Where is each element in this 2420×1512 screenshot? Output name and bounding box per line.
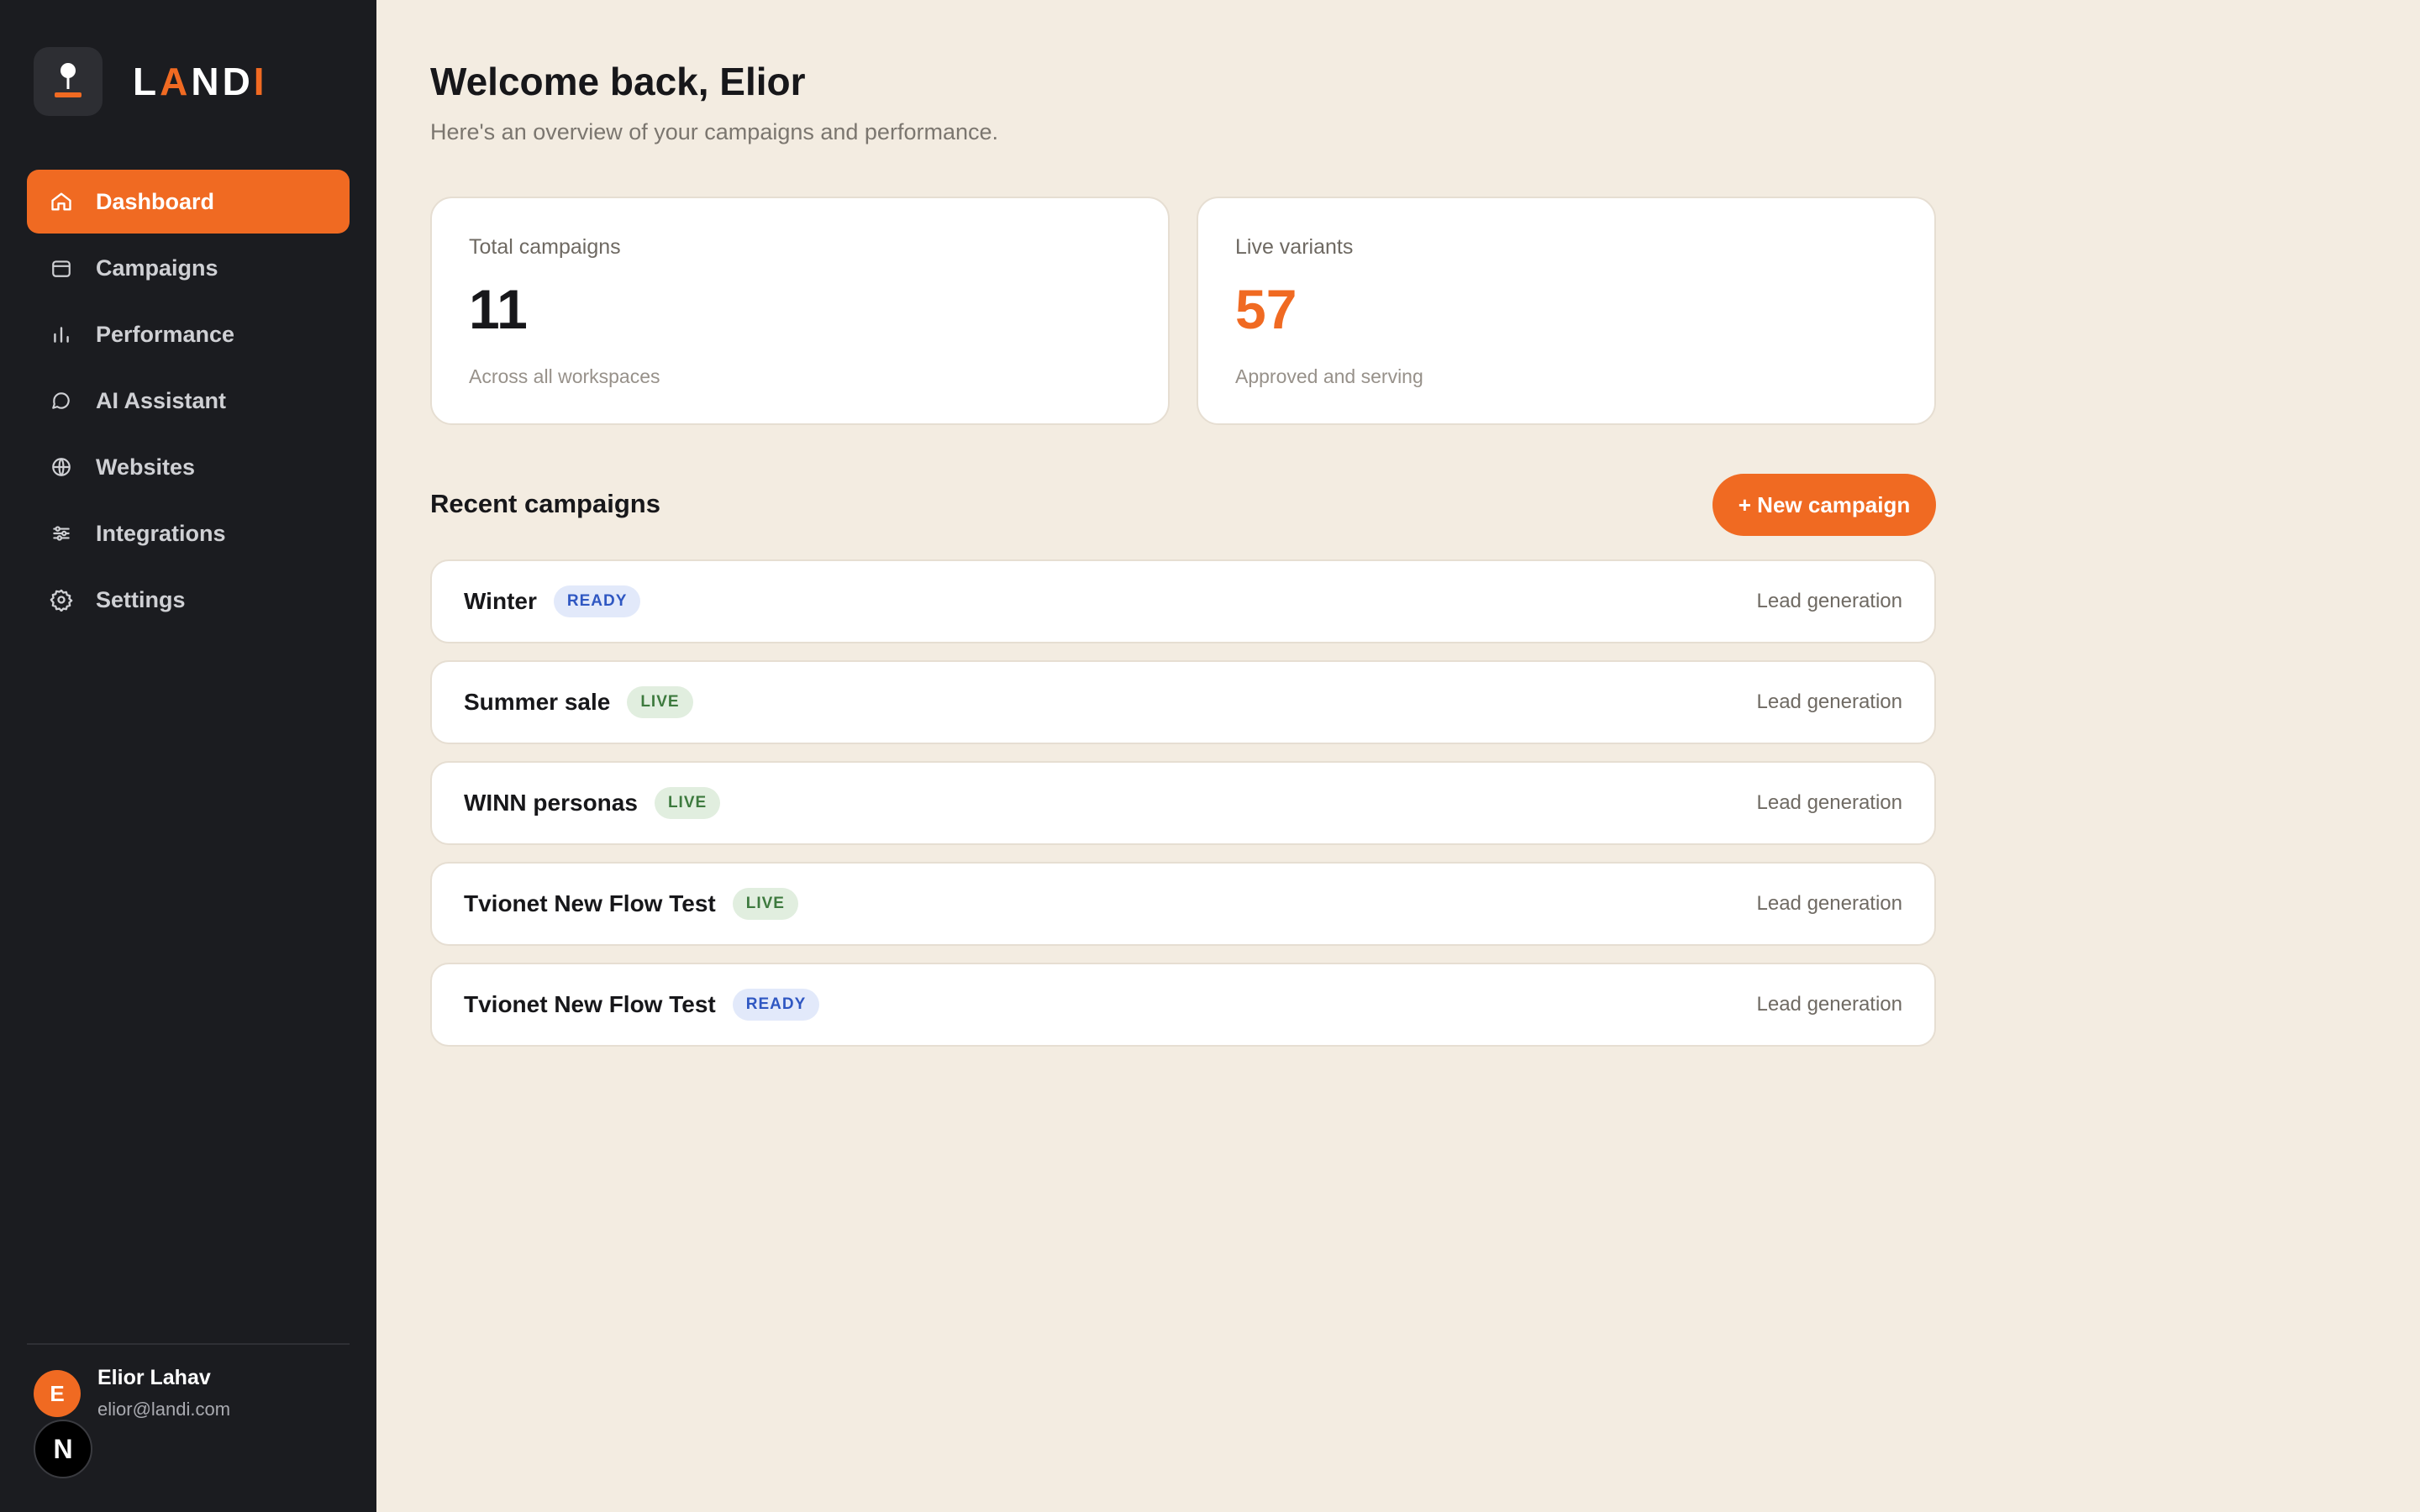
- stat-caption: Across all workspaces: [469, 365, 660, 387]
- app-root: LANDI Dashboard Campaigns Performance AI…: [0, 0, 2420, 1512]
- calendar-icon: [49, 255, 74, 281]
- sidebar-item-ai-assistant[interactable]: AI Assistant: [27, 369, 350, 433]
- status-badge: READY: [553, 585, 641, 617]
- stat-label: Live variants: [1235, 235, 1354, 259]
- dev-overlay-badge[interactable]: N: [34, 1420, 92, 1478]
- brand-letter-a: A: [160, 60, 192, 103]
- sidebar-item-label: Websites: [96, 454, 196, 480]
- campaign-type: Lead generation: [1756, 791, 1902, 814]
- campaign-row[interactable]: Winter READY Lead generation: [430, 559, 1936, 643]
- campaign-name: WINN personas: [464, 790, 638, 816]
- campaign-name: Winter: [464, 588, 537, 614]
- sidebar-item-label: Dashboard: [96, 188, 215, 214]
- recent-campaigns-title: Recent campaigns: [430, 489, 660, 518]
- sidebar-divider: [27, 1343, 350, 1345]
- sidebar-item-campaigns[interactable]: Campaigns: [27, 236, 350, 300]
- globe-icon: [49, 454, 74, 480]
- status-badge: READY: [732, 989, 820, 1021]
- avatar: E: [34, 1370, 81, 1417]
- sidebar-item-label: Settings: [96, 586, 186, 612]
- sidebar-item-performance[interactable]: Performance: [27, 302, 350, 366]
- joystick-icon: [34, 47, 103, 116]
- sliders-icon: [49, 521, 74, 546]
- brand-letters-nd: ND: [191, 60, 254, 103]
- gear-icon: [49, 587, 74, 612]
- sidebar-item-label: Performance: [96, 321, 235, 347]
- status-badge: LIVE: [654, 787, 721, 819]
- campaign-row[interactable]: Summer sale LIVE Lead generation: [430, 660, 1936, 744]
- stat-card-live-variants: Live variants 57 Approved and serving: [1197, 197, 1936, 425]
- sidebar-item-label: Integrations: [96, 520, 226, 546]
- stat-card-total-campaigns: Total campaigns 11 Across all workspaces: [430, 197, 1170, 425]
- brand-wordmark: LANDI: [133, 59, 268, 104]
- user-info: Elior Lahav elior@landi.com: [97, 1366, 230, 1420]
- campaign-name: Tvionet New Flow Test: [464, 991, 716, 1017]
- campaign-row[interactable]: Tvionet New Flow Test LIVE Lead generati…: [430, 862, 1936, 946]
- stat-caption: Approved and serving: [1235, 365, 1423, 387]
- campaign-name: Summer sale: [464, 689, 611, 715]
- sidebar-item-dashboard[interactable]: Dashboard: [27, 170, 350, 234]
- user-name: Elior Lahav: [97, 1366, 211, 1389]
- status-badge: LIVE: [627, 686, 693, 718]
- user-profile[interactable]: E Elior Lahav elior@landi.com: [34, 1366, 230, 1420]
- sidebar-item-label: Campaigns: [96, 255, 218, 281]
- campaign-type: Lead generation: [1756, 993, 1902, 1016]
- page-subtitle: Here's an overview of your campaigns and…: [430, 119, 998, 144]
- stat-label: Total campaigns: [469, 235, 621, 259]
- stat-value: 11: [469, 278, 528, 340]
- sidebar-item-label: AI Assistant: [96, 387, 227, 413]
- chat-bubble-icon: [49, 388, 74, 413]
- home-icon: [49, 189, 74, 214]
- campaign-type: Lead generation: [1756, 892, 1902, 915]
- sidebar-nav: Dashboard Campaigns Performance AI Assis…: [27, 170, 350, 634]
- page-title: Welcome back, Elior: [430, 60, 806, 103]
- new-campaign-button[interactable]: + New campaign: [1712, 474, 1936, 536]
- sidebar-item-websites[interactable]: Websites: [27, 435, 350, 499]
- recent-campaigns-list: Winter READY Lead generation Summer sale…: [430, 559, 1936, 1063]
- user-email: elior@landi.com: [97, 1399, 231, 1420]
- bar-chart-icon: [49, 322, 74, 347]
- campaign-type: Lead generation: [1756, 590, 1902, 612]
- status-badge: LIVE: [732, 888, 798, 920]
- sidebar-item-integrations[interactable]: Integrations: [27, 501, 350, 565]
- sidebar: LANDI Dashboard Campaigns Performance AI…: [0, 0, 376, 1512]
- stat-value: 57: [1235, 278, 1297, 340]
- campaign-type: Lead generation: [1756, 690, 1902, 713]
- brand-letter-l: L: [133, 60, 160, 103]
- brand[interactable]: LANDI: [34, 47, 268, 116]
- campaign-row[interactable]: WINN personas LIVE Lead generation: [430, 761, 1936, 845]
- campaign-row[interactable]: Tvionet New Flow Test READY Lead generat…: [430, 963, 1936, 1047]
- brand-letter-i: I: [253, 60, 268, 103]
- campaign-name: Tvionet New Flow Test: [464, 890, 716, 916]
- sidebar-item-settings[interactable]: Settings: [27, 568, 350, 632]
